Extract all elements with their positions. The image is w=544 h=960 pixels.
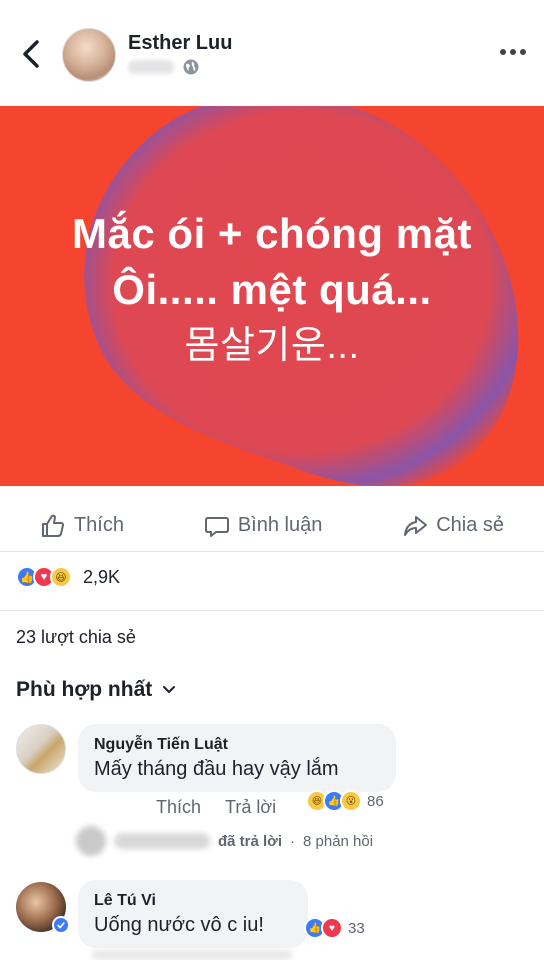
reaction-count: 2,9K — [83, 566, 121, 587]
sort-label: Phù hợp nhất — [16, 678, 153, 701]
post-line: 몸살기운... — [184, 325, 360, 367]
reactions-summary[interactable]: 👍 ♥ 😆 2,9K — [16, 566, 120, 588]
more-options-button[interactable] — [500, 42, 526, 62]
poster-avatar[interactable] — [62, 28, 116, 82]
back-button[interactable] — [18, 36, 46, 72]
view-replies-link[interactable]: đã trả lời · 8 phản hồi — [76, 826, 373, 856]
replied-text: đã trả lời — [218, 832, 283, 850]
chevron-left-icon — [23, 40, 39, 68]
comment-reactions[interactable]: 👍 ♥ 33 — [304, 917, 365, 939]
comment-like-button[interactable]: Thích — [156, 797, 201, 818]
post-header: Esther Luu — [0, 0, 544, 106]
like-label: Thích — [73, 514, 124, 536]
comment-reaction-count: 86 — [367, 792, 384, 810]
more-dot — [520, 49, 526, 55]
divider — [0, 610, 544, 611]
reaction-icons: 👍 ♥ 😆 — [16, 566, 72, 588]
comment-reply-button[interactable]: Trả lời — [225, 797, 276, 818]
comment-label: Bình luận — [237, 514, 323, 536]
chevron-down-icon — [163, 686, 176, 693]
comment-bubble[interactable]: Nguyễn Tiến Luật Mấy tháng đầu hay vậy l… — [78, 724, 396, 792]
post-image[interactable]: Mắc ói + chóng mặt Ôi..... mệt quá... 몸살… — [0, 106, 544, 486]
share-button[interactable]: Chia sẻ — [402, 513, 504, 539]
comment-footer: Thích Trả lời — [156, 797, 276, 818]
blurred-replier-avatar — [76, 826, 106, 856]
post-line: Ôi..... mệt quá... — [112, 266, 432, 313]
share-label: Chia sẻ — [436, 514, 505, 536]
commenter-name[interactable]: Nguyễn Tiến Luật — [94, 736, 380, 754]
more-dot — [510, 49, 516, 55]
comment-reactions[interactable]: 😆 👍 😮 86 — [306, 790, 384, 812]
comment-button[interactable]: Bình luận — [204, 513, 323, 539]
more-dot — [500, 49, 506, 55]
action-bar: Thích Bình luận Chia sẻ — [0, 500, 544, 552]
wow-reaction-icon: 😮 — [340, 790, 362, 812]
blurred-timestamp — [128, 60, 174, 74]
comment-text: Uống nước vô c iu! — [94, 914, 264, 936]
poster-name[interactable]: Esther Luu — [128, 32, 232, 55]
comment-sort-dropdown[interactable]: Phù hợp nhất — [16, 678, 176, 702]
share-count[interactable]: 23 lượt chia sẻ — [16, 627, 136, 648]
verified-badge-icon — [52, 916, 70, 934]
love-reaction-icon: ♥ — [321, 917, 343, 939]
comment-icon — [204, 516, 229, 537]
share-icon — [404, 515, 428, 536]
post-line: Mắc ói + chóng mặt — [72, 210, 472, 257]
commenter-name[interactable]: Lê Tú Vi — [94, 892, 292, 910]
comment-reaction-count: 33 — [348, 919, 365, 937]
like-button[interactable]: Thích — [40, 513, 124, 539]
comment-bubble[interactable]: Lê Tú Vi Uống nước vô c iu! — [78, 880, 308, 948]
thumbs-up-icon — [41, 514, 64, 537]
post-text: Mắc ói + chóng mặt Ôi..... mệt quá... 몸살… — [0, 206, 544, 374]
post-meta — [128, 58, 200, 76]
reply-separator: · — [290, 832, 296, 850]
globe-icon — [183, 59, 199, 75]
haha-reaction-icon: 😆 — [50, 566, 72, 588]
commenter-avatar[interactable] — [16, 724, 66, 774]
blurred-replier-name — [114, 833, 210, 849]
reply-count: 8 phản hồi — [303, 832, 374, 850]
comment-text: Mấy tháng đầu hay vậy lắm — [94, 758, 339, 780]
blurred-comment-footer — [92, 950, 292, 960]
